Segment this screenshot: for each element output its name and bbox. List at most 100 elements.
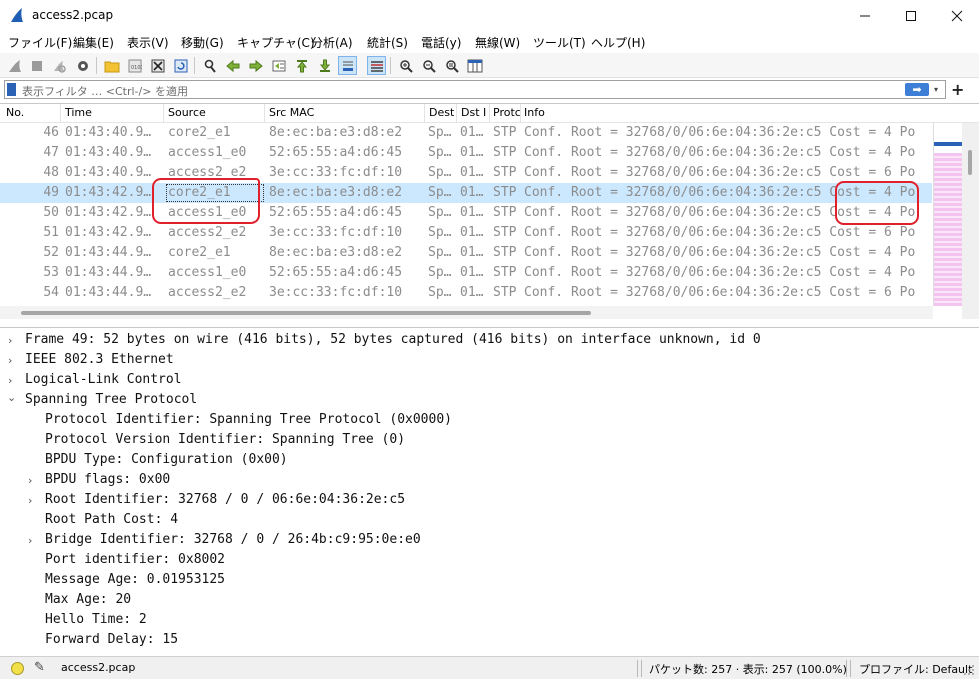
menu-tools[interactable]: ツール(T) <box>533 34 586 51</box>
expand-arrow-icon[interactable]: › <box>8 334 12 347</box>
menu-telephony[interactable]: 電話(y) <box>421 34 461 51</box>
capture-comment-icon[interactable]: ✎ <box>34 660 45 675</box>
save-file-button[interactable]: 0101 <box>125 56 144 75</box>
packet-list-vscrollbar[interactable] <box>962 123 979 319</box>
collapse-arrow-icon[interactable]: ⌄ <box>7 391 16 404</box>
column-header-src-mac[interactable]: Src MAC <box>269 106 314 119</box>
column-divider[interactable] <box>264 104 265 123</box>
menu-file[interactable]: ファイル(F) <box>8 34 72 51</box>
column-header-protocol[interactable]: Protc <box>493 106 521 119</box>
expert-info-icon[interactable] <box>11 662 24 675</box>
close-file-button[interactable] <box>148 56 167 75</box>
add-filter-button[interactable]: + <box>951 80 964 99</box>
detail-protocol-version[interactable]: Protocol Version Identifier: Spanning Tr… <box>45 432 405 452</box>
detail-ethernet[interactable]: IEEE 802.3 Ethernet <box>25 352 174 372</box>
zoom-in-button[interactable] <box>396 56 415 75</box>
column-header-time[interactable]: Time <box>65 106 92 119</box>
colorize-button[interactable] <box>367 56 386 75</box>
menu-view[interactable]: 表示(V) <box>127 34 169 51</box>
column-header-dst-i[interactable]: Dst I <box>461 106 486 119</box>
detail-hello-time[interactable]: Hello Time: 2 <box>45 612 147 632</box>
reload-file-button[interactable] <box>171 56 190 75</box>
detail-root-identifier[interactable]: Root Identifier: 32768 / 0 / 06:6e:04:36… <box>45 492 405 512</box>
detail-forward-delay[interactable]: Forward Delay: 15 <box>45 632 178 652</box>
status-profile[interactable]: プロファイル: Default <box>859 661 972 677</box>
packet-row-selected[interactable]: 49 01:43:42.9… core2_e1 8e:ec:ba:e3:d8:e… <box>0 183 932 203</box>
auto-scroll-button[interactable] <box>338 56 357 75</box>
normal-size-button[interactable] <box>442 56 461 75</box>
packet-row[interactable]: 53 01:43:44.9… access1_e0 52:65:55:a4:d6… <box>0 263 932 283</box>
resize-grip-icon[interactable] <box>963 664 975 676</box>
expand-arrow-icon[interactable]: › <box>8 354 12 367</box>
column-header-dest[interactable]: Dest <box>429 106 454 119</box>
status-separator <box>637 660 638 677</box>
detail-bridge-identifier[interactable]: Bridge Identifier: 32768 / 0 / 26:4b:c9:… <box>45 532 421 552</box>
packet-row[interactable]: 46 01:43:40.9… core2_e1 8e:ec:ba:e3:d8:e… <box>0 123 932 143</box>
go-back-button[interactable] <box>223 56 242 75</box>
maximize-button[interactable] <box>888 0 934 31</box>
column-divider[interactable] <box>520 104 521 123</box>
menu-wireless[interactable]: 無線(W) <box>475 34 520 51</box>
detail-bpdu-type[interactable]: BPDU Type: Configuration (0x00) <box>45 452 288 472</box>
packet-row[interactable]: 48 01:43:40.9… access2_e2 3e:cc:33:fc:df… <box>0 163 932 183</box>
go-forward-button[interactable] <box>246 56 265 75</box>
column-header-no[interactable]: No. <box>6 106 24 119</box>
packet-row[interactable]: 54 01:43:44.9… access2_e2 3e:cc:33:fc:df… <box>0 283 932 303</box>
menu-go[interactable]: 移動(G) <box>181 34 224 51</box>
packet-row[interactable]: 50 01:43:42.9… access1_e0 52:65:55:a4:d6… <box>0 203 932 223</box>
detail-text: Root Path Cost: 4 <box>45 512 179 527</box>
column-divider[interactable] <box>60 104 61 123</box>
detail-bpdu-flags[interactable]: BPDU flags: 0x00 <box>45 472 170 492</box>
vscroll-thumb[interactable] <box>968 150 972 175</box>
packet-list-hscrollbar[interactable] <box>0 306 933 319</box>
detail-llc[interactable]: Logical-Link Control <box>25 372 182 392</box>
expand-arrow-icon[interactable]: › <box>28 474 32 487</box>
packet-row[interactable]: 51 01:43:42.9… access2_e2 3e:cc:33:fc:df… <box>0 223 932 243</box>
arrow-right-icon <box>249 59 263 72</box>
status-separator <box>641 660 642 677</box>
column-divider[interactable] <box>489 104 490 123</box>
stop-capture-button[interactable] <box>27 56 46 75</box>
menu-capture[interactable]: キャプチャ(C) <box>237 34 315 51</box>
restart-capture-button[interactable] <box>49 56 68 75</box>
packet-row[interactable]: 52 01:43:44.9… core2_e1 8e:ec:ba:e3:d8:e… <box>0 243 932 263</box>
go-to-packet-button[interactable] <box>269 56 288 75</box>
apply-filter-button[interactable]: ➡ <box>905 83 929 96</box>
packet-minimap[interactable] <box>933 123 962 306</box>
zoom-out-button[interactable] <box>419 56 438 75</box>
packet-row[interactable]: 47 01:43:40.9… access1_e0 52:65:55:a4:d6… <box>0 143 932 163</box>
expand-arrow-icon[interactable]: › <box>8 374 12 387</box>
column-divider[interactable] <box>424 104 425 123</box>
column-divider[interactable] <box>456 104 457 123</box>
find-packet-button[interactable] <box>200 56 219 75</box>
detail-frame[interactable]: Frame 49: 52 bytes on wire (416 bits), 5… <box>25 332 761 352</box>
start-capture-button[interactable] <box>5 56 24 75</box>
menu-statistics[interactable]: 統計(S) <box>367 34 408 51</box>
minimize-button[interactable] <box>842 0 888 31</box>
detail-root-path-cost[interactable]: Root Path Cost: 4 <box>45 512 178 532</box>
stop-icon <box>31 60 42 71</box>
capture-options-button[interactable] <box>73 56 92 75</box>
detail-message-age[interactable]: Message Age: 0.01953125 <box>45 572 225 592</box>
column-header-info[interactable]: Info <box>524 106 545 119</box>
first-packet-button[interactable] <box>292 56 311 75</box>
resize-columns-button[interactable] <box>465 56 484 75</box>
detail-stp[interactable]: Spanning Tree Protocol <box>25 392 197 412</box>
detail-protocol-identifier[interactable]: Protocol Identifier: Spanning Tree Proto… <box>45 412 452 432</box>
expand-arrow-icon[interactable]: › <box>28 534 32 547</box>
bookmark-icon[interactable] <box>7 83 16 96</box>
filter-history-dropdown[interactable]: ▾ <box>934 85 938 94</box>
menu-edit[interactable]: 編集(E) <box>73 34 114 51</box>
menu-analyze[interactable]: 分析(A) <box>311 34 353 51</box>
menu-help[interactable]: ヘルプ(H) <box>591 34 645 51</box>
open-file-button[interactable] <box>102 56 121 75</box>
display-filter-input[interactable]: 表示フィルタ … <Ctrl-/> を適用 ➡ ▾ <box>4 80 946 99</box>
detail-max-age[interactable]: Max Age: 20 <box>45 592 131 612</box>
expand-arrow-icon[interactable]: › <box>28 494 32 507</box>
hscroll-thumb[interactable] <box>21 311 591 315</box>
column-header-source[interactable]: Source <box>168 106 206 119</box>
close-button[interactable] <box>934 0 979 31</box>
column-divider[interactable] <box>163 104 164 123</box>
detail-port-identifier[interactable]: Port identifier: 0x8002 <box>45 552 225 572</box>
last-packet-button[interactable] <box>315 56 334 75</box>
